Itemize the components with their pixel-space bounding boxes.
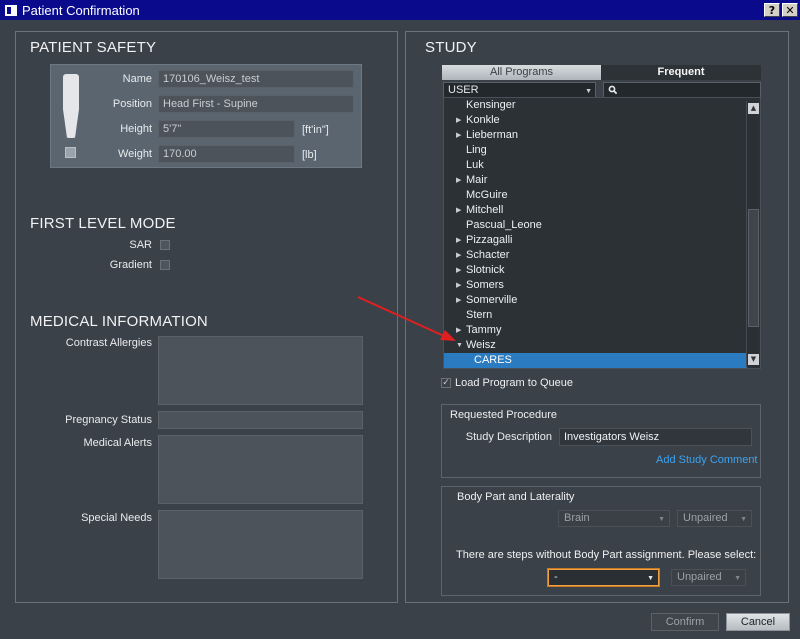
add-study-comment-link[interactable]: Add Study Comment (656, 454, 758, 466)
special-needs-label: Special Needs (81, 512, 152, 524)
expand-icon[interactable]: ▶ (456, 173, 461, 188)
name-label: Name (122, 73, 152, 85)
expand-icon[interactable]: ▶ (456, 323, 461, 338)
step-body-part-dropdown[interactable]: - ▼ (548, 569, 659, 586)
scroll-up-icon[interactable]: ▲ (748, 103, 759, 114)
chevron-down-icon: ▼ (647, 575, 654, 582)
name-field[interactable]: 170106_Weisz_test (158, 70, 354, 88)
special-needs-field[interactable] (158, 510, 363, 579)
step-body-part-value: - (554, 571, 558, 583)
scroll-down-icon[interactable]: ▼ (748, 354, 759, 365)
search-icon (608, 85, 618, 95)
contrast-allergies-label: Contrast Allergies (65, 337, 152, 349)
list-item[interactable]: ▶ Lieberman (444, 128, 747, 143)
patient-safety-title: PATIENT SAFETY (30, 39, 157, 56)
user-select-value: USER (448, 84, 479, 96)
position-label: Position (112, 98, 152, 110)
steps-message: There are steps without Body Part assign… (456, 549, 757, 561)
medical-alerts-field[interactable] (158, 435, 363, 504)
list-item[interactable]: ▶ Pizzagalli (444, 233, 747, 248)
list-item[interactable]: ▶ Konkle (444, 113, 747, 128)
study-title: STUDY (425, 39, 477, 56)
body-part-dropdown[interactable]: Brain ▼ (558, 510, 670, 527)
collapse-icon[interactable]: ▼ (456, 338, 463, 353)
weight-unit: [lb] (302, 149, 317, 161)
program-list[interactable]: Kensinger ▶ Konkle ▶ Lieberman Ling Luk ▶ M… (443, 97, 761, 369)
expand-icon[interactable]: ▶ (456, 233, 461, 248)
expand-icon[interactable]: ▶ (456, 203, 461, 218)
program-list-scrollbar[interactable]: ▲ ▼ (746, 101, 759, 367)
medical-information-title: MEDICAL INFORMATION (30, 313, 208, 330)
list-item[interactable]: ▼ Weisz (444, 338, 747, 353)
list-item[interactable]: McGuire (444, 188, 747, 203)
height-field[interactable]: 5'7" (158, 120, 295, 138)
position-field[interactable]: Head First - Supine (158, 95, 354, 113)
expand-icon[interactable]: ▶ (456, 128, 461, 143)
laterality-dropdown[interactable]: Unpaired ▼ (677, 510, 752, 527)
list-item[interactable]: ▶ Somers (444, 278, 747, 293)
tab-frequent[interactable]: Frequent (601, 65, 761, 80)
cancel-button[interactable]: Cancel (726, 613, 790, 631)
user-select[interactable]: USER ▼ (443, 82, 596, 98)
load-program-checkbox[interactable]: ✓ (441, 378, 451, 388)
sar-label: SAR (129, 239, 152, 251)
help-button[interactable]: ? (764, 3, 780, 17)
weight-label: Weight (117, 148, 152, 160)
body-part-title: Body Part and Laterality (457, 491, 575, 503)
list-item[interactable]: ▶ Schacter (444, 248, 747, 263)
confirm-button[interactable]: Confirm (651, 613, 719, 631)
list-item[interactable]: Luk (444, 158, 747, 173)
list-item-selected[interactable]: CARES (444, 353, 747, 368)
body-part-value: Brain (564, 512, 590, 524)
expand-icon[interactable]: ▶ (456, 248, 461, 263)
sar-checkbox[interactable] (160, 240, 170, 250)
list-item[interactable]: ▶ Somerville (444, 293, 747, 308)
tab-all-programs[interactable]: All Programs (442, 65, 601, 80)
list-item[interactable]: Kensinger (444, 98, 747, 113)
gradient-label: Gradient (109, 259, 152, 271)
requested-procedure-title: Requested Procedure (450, 409, 558, 421)
expand-icon[interactable]: ▶ (456, 278, 461, 293)
scrollbar-thumb[interactable] (748, 209, 759, 327)
gradient-checkbox[interactable] (160, 260, 170, 270)
height-unit: [ft'in"] (302, 124, 329, 136)
list-item[interactable]: ▶ Mitchell (444, 203, 747, 218)
expand-icon[interactable]: ▶ (456, 263, 461, 278)
patient-body-checkbox[interactable] (65, 147, 76, 158)
chevron-down-icon: ▼ (658, 516, 665, 523)
weight-field[interactable]: 170.00 (158, 145, 295, 163)
load-program-label: Load Program to Queue (455, 377, 574, 389)
step-laterality-dropdown[interactable]: Unpaired ▼ (671, 569, 746, 586)
program-search-input[interactable] (603, 82, 761, 98)
chevron-down-icon: ▼ (734, 575, 741, 582)
pregnancy-status-label: Pregnancy Status (65, 414, 152, 426)
close-button[interactable]: ✕ (782, 3, 798, 17)
list-item[interactable]: Pascual_Leone (444, 218, 747, 233)
list-item[interactable]: Ling (444, 143, 747, 158)
list-item[interactable]: ▶ Slotnick (444, 263, 747, 278)
pregnancy-status-field[interactable] (158, 411, 363, 429)
app-icon (5, 4, 17, 16)
step-laterality-value: Unpaired (677, 571, 722, 583)
study-description-label: Study Description (465, 431, 552, 443)
contrast-allergies-field[interactable] (158, 336, 363, 405)
list-item[interactable]: ▶ Tammy (444, 323, 747, 338)
list-item[interactable]: Stern (444, 308, 747, 323)
list-item[interactable]: ▶ Mair (444, 173, 747, 188)
laterality-value: Unpaired (683, 512, 728, 524)
expand-icon[interactable]: ▶ (456, 293, 461, 308)
first-level-mode-title: FIRST LEVEL MODE (30, 215, 176, 232)
medical-alerts-label: Medical Alerts (83, 437, 152, 449)
window-title: Patient Confirmation (22, 2, 140, 18)
height-label: Height (120, 123, 152, 135)
window-titlebar: Patient Confirmation ? ✕ (0, 0, 800, 20)
study-description-field[interactable]: Investigators Weisz (559, 428, 752, 446)
chevron-down-icon: ▼ (740, 516, 747, 523)
expand-icon[interactable]: ▶ (456, 113, 461, 128)
